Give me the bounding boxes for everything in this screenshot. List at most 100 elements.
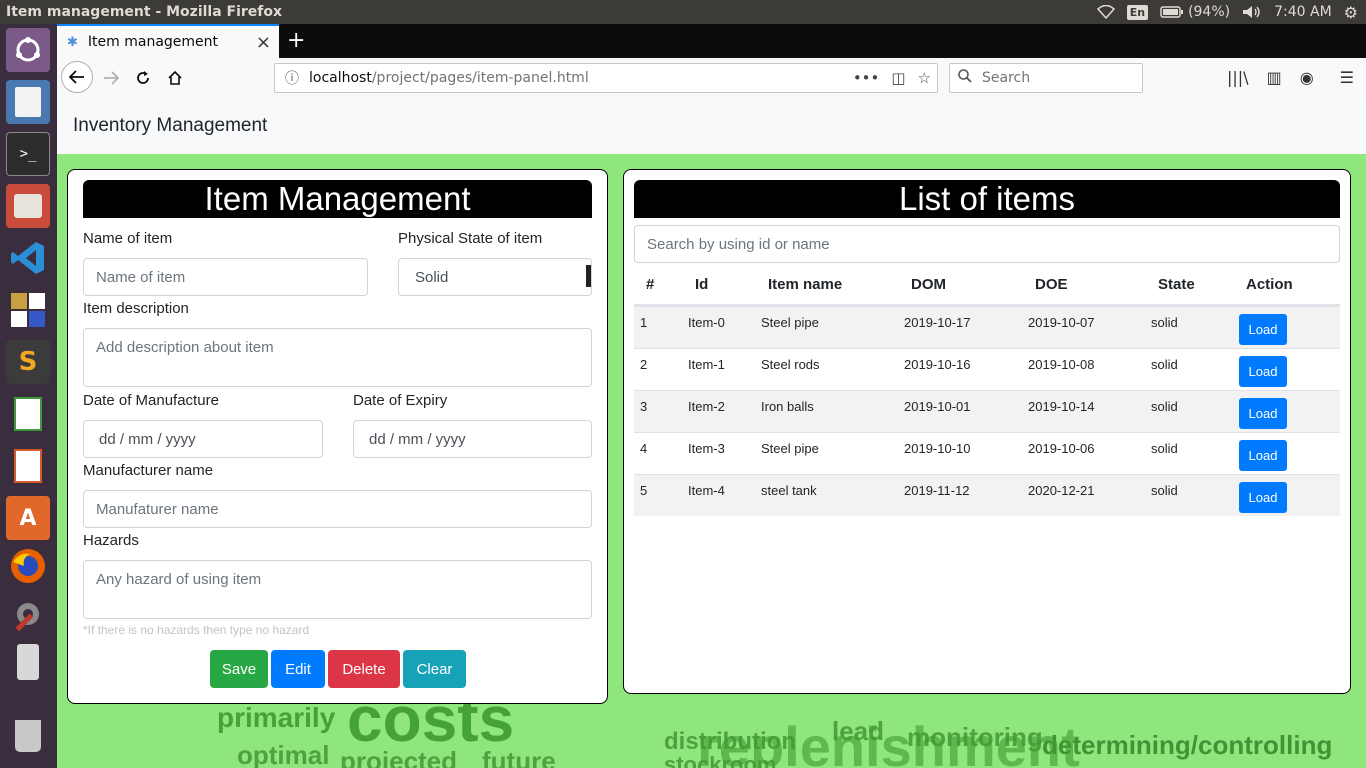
bookmark-star-icon[interactable]: ☆ (918, 69, 931, 87)
hazards-label: Hazards (83, 532, 139, 549)
cell-doe: 2020-12-21 (1028, 483, 1095, 498)
manufacturer-name-input[interactable]: Manufaturer name (83, 490, 592, 528)
launcher-system-settings-icon[interactable] (6, 592, 50, 636)
browser-tab-active[interactable]: ✱ Item management × (57, 24, 279, 58)
table-row: 5 Item-4 steel tank 2019-11-12 2020-12-2… (634, 474, 1340, 516)
load-button[interactable]: Load (1239, 314, 1287, 345)
navbar-brand[interactable]: Inventory Management (73, 115, 267, 137)
physical-state-select[interactable]: Solid (398, 258, 592, 296)
wifi-icon[interactable] (1096, 5, 1115, 19)
bg-word: determining/controlling (1042, 730, 1333, 760)
clock[interactable]: 7:40 AM (1274, 4, 1332, 20)
item-name-input[interactable]: Name of item (83, 258, 368, 296)
date-of-manufacture-input[interactable]: dd / mm / yyyy (83, 420, 323, 458)
keyboard-language-indicator[interactable]: En (1126, 4, 1149, 20)
cell-dom: 2019-10-16 (904, 357, 971, 372)
cell-item-name: Iron balls (761, 399, 814, 414)
cell-item-name: Steel pipe (761, 441, 819, 456)
item-form-card: Item Management Name of item Name of ite… (67, 169, 608, 704)
page-favicon-icon: ✱ (67, 34, 78, 50)
launcher-terminal-icon[interactable]: >_ (6, 132, 50, 176)
launcher-ubuntu-dash-icon[interactable] (6, 28, 50, 72)
launcher-text-editor-icon[interactable] (6, 80, 50, 124)
col-header-dom: DOM (911, 276, 946, 293)
manufacturer-label: Manufacturer name (83, 462, 214, 479)
close-tab-icon[interactable]: × (256, 32, 271, 53)
launcher-sublime-text-icon[interactable]: S (6, 340, 50, 384)
list-title: List of items (634, 180, 1340, 218)
home-icon[interactable] (161, 64, 189, 92)
cell-dom: 2019-10-10 (904, 441, 971, 456)
cell-doe: 2019-10-06 (1028, 441, 1095, 456)
item-search-input[interactable]: Search by using id or name (634, 225, 1340, 263)
launcher-vscode-icon[interactable] (6, 236, 50, 280)
back-arrow-icon[interactable] (61, 61, 93, 93)
item-description-textarea[interactable]: Add description about item (83, 328, 592, 387)
launcher-firefox-icon[interactable] (6, 544, 50, 588)
cell-state: solid (1151, 315, 1178, 330)
hazards-hint: *If there is no hazards then type no haz… (83, 623, 310, 637)
account-icon[interactable]: ◉ (1300, 68, 1314, 87)
cell-state: solid (1151, 357, 1178, 372)
edit-button[interactable]: Edit (271, 650, 325, 688)
name-label: Name of item (83, 230, 173, 247)
dom-label: Date of Manufacture (83, 392, 219, 409)
battery-percent: (94%) (1188, 4, 1231, 20)
system-top-panel: Item management - Mozilla Firefox En (94… (0, 0, 1366, 24)
hazards-textarea[interactable]: Any hazard of using item (83, 560, 592, 619)
table-row: 1 Item-0 Steel pipe 2019-10-17 2019-10-0… (634, 306, 1340, 348)
clear-button[interactable]: Clear (403, 650, 466, 688)
cell-state: solid (1151, 441, 1178, 456)
search-icon (958, 69, 972, 87)
cell-dom: 2019-11-12 (904, 483, 970, 498)
cell-id: Item-0 (688, 315, 725, 330)
cell-number: 3 (640, 399, 648, 414)
form-title: Item Management (83, 180, 592, 218)
load-button[interactable]: Load (1239, 398, 1287, 429)
library-icon[interactable]: |||\ (1227, 68, 1249, 87)
date-of-expiry-input[interactable]: dd / mm / yyyy (353, 420, 592, 458)
state-label: Physical State of item (398, 230, 543, 247)
launcher-presentation-icon[interactable] (6, 444, 50, 488)
delete-button[interactable]: Delete (328, 650, 400, 688)
pocket-icon[interactable]: ◫ (891, 69, 905, 87)
load-button[interactable]: Load (1239, 482, 1287, 513)
url-bar[interactable]: ⓘ localhost /project/pages/item-panel.ht… (274, 63, 938, 93)
new-tab-plus-icon[interactable]: + (287, 28, 305, 53)
page-actions-menu-icon[interactable]: ••• (853, 69, 880, 87)
launcher-office-icon[interactable] (6, 288, 50, 332)
load-button[interactable]: Load (1239, 356, 1287, 387)
doe-label: Date of Expiry (353, 392, 448, 409)
browser-search-bar[interactable]: Search (949, 63, 1143, 93)
web-page: Inventory Management primarily costs opt… (57, 98, 1366, 768)
col-header-item-name: Item name (768, 276, 843, 293)
cell-id: Item-2 (688, 399, 725, 414)
hamburger-menu-icon[interactable]: ☰ (1340, 68, 1354, 87)
save-button[interactable]: Save (210, 650, 268, 688)
sidebar-icon[interactable]: ▥ (1267, 68, 1282, 87)
battery-icon[interactable] (1160, 6, 1184, 18)
settings-gear-icon[interactable]: ⚙ (1344, 3, 1358, 22)
reload-icon[interactable] (129, 64, 157, 92)
dropdown-arrow-icon (586, 265, 591, 287)
cell-dom: 2019-10-01 (904, 399, 971, 414)
launcher-usb-drive-icon[interactable] (6, 640, 50, 684)
site-info-icon[interactable]: ⓘ (285, 68, 299, 88)
launcher-software-center-icon[interactable]: A (6, 496, 50, 540)
load-button[interactable]: Load (1239, 440, 1287, 471)
col-header-state: State (1158, 276, 1195, 293)
browser-navigation-bar: ⓘ localhost /project/pages/item-panel.ht… (57, 58, 1366, 99)
launcher-files-icon[interactable] (6, 184, 50, 228)
description-label: Item description (83, 300, 189, 317)
bg-word: optimal (237, 740, 330, 768)
item-list-card: List of items Search by using id or name… (623, 169, 1351, 694)
cell-number: 2 (640, 357, 648, 372)
forward-arrow-icon[interactable] (97, 64, 125, 92)
cell-state: solid (1151, 399, 1178, 414)
table-row: 2 Item-1 Steel rods 2019-10-16 2019-10-0… (634, 348, 1340, 390)
volume-icon[interactable] (1242, 5, 1262, 19)
cell-number: 4 (640, 441, 648, 456)
launcher-trash-icon[interactable] (6, 714, 50, 758)
launcher-spreadsheet-icon[interactable] (6, 392, 50, 436)
cell-item-name: Steel rods (761, 357, 820, 372)
